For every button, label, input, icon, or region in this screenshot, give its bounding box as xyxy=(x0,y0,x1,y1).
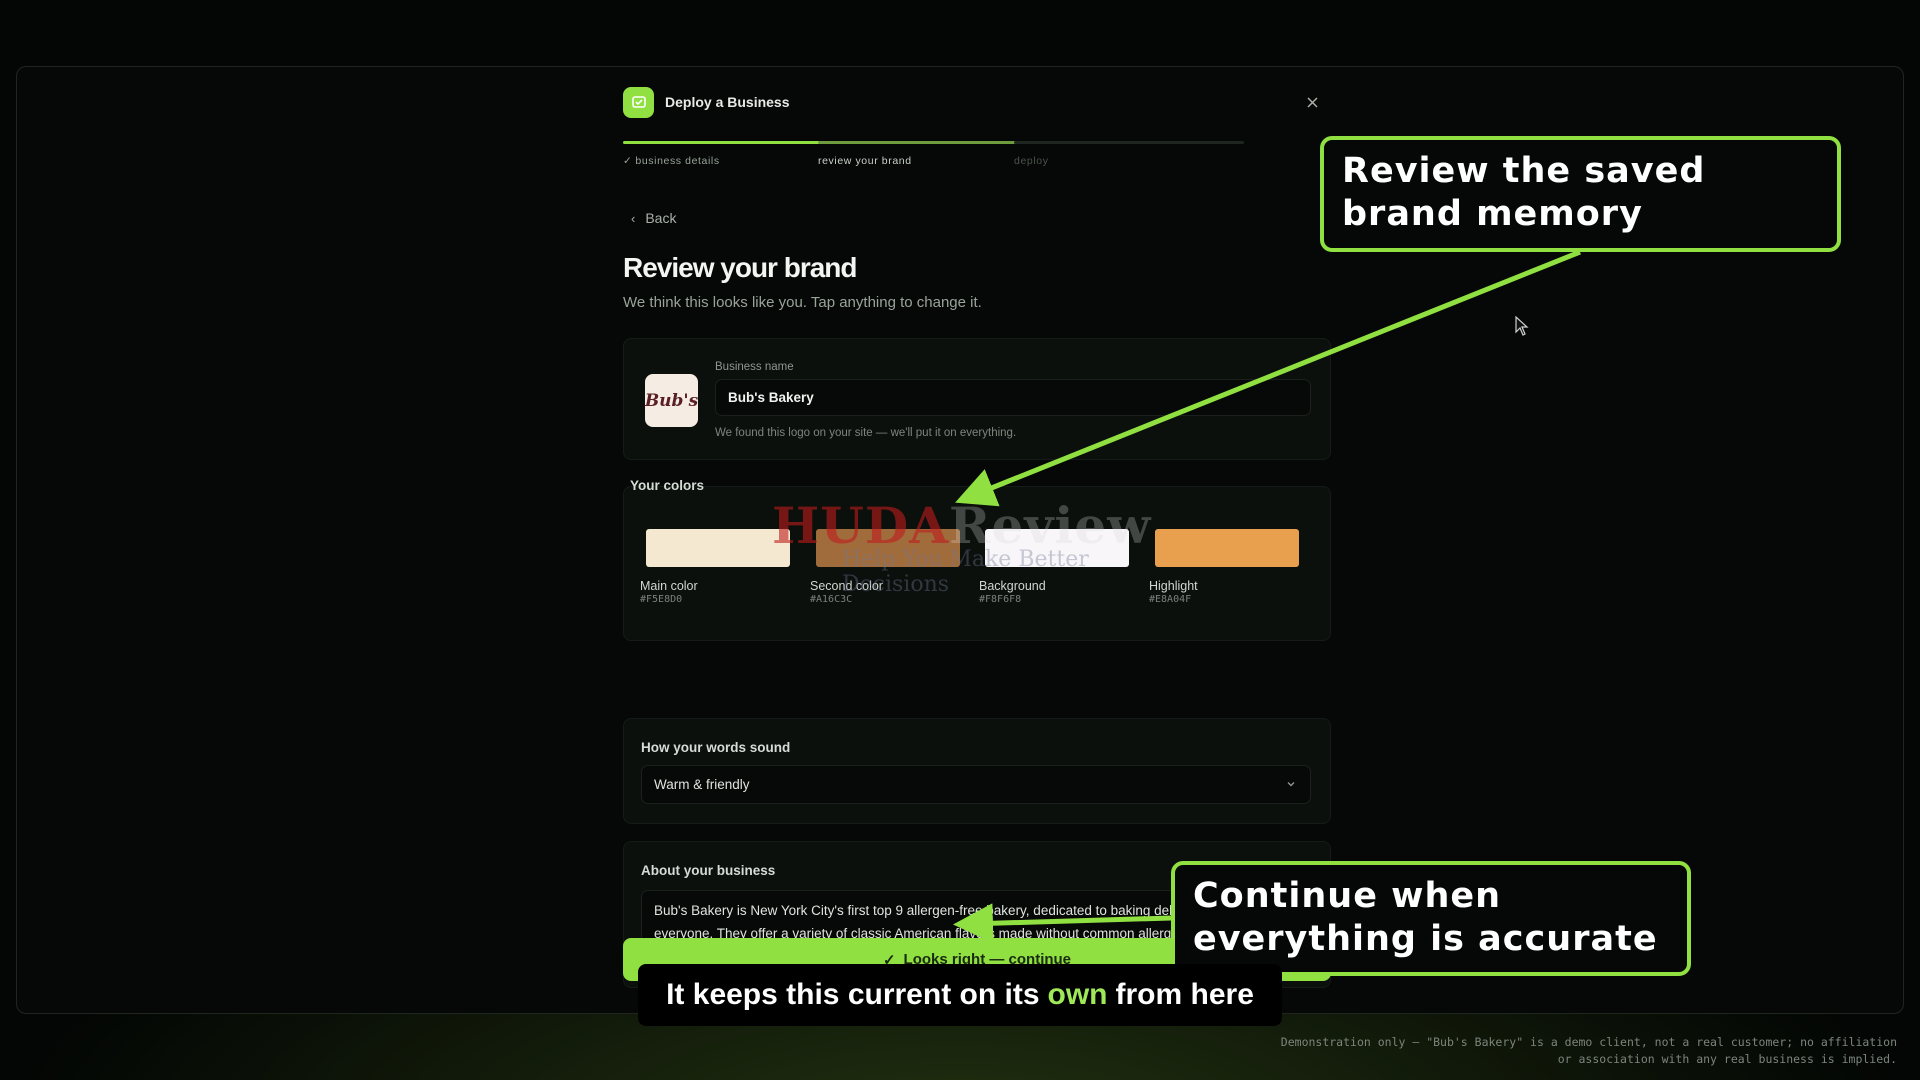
color-swatch[interactable] xyxy=(985,529,1129,567)
tone-card: How your words sound Warm & friendly xyxy=(623,718,1331,824)
step-deploy: deploy xyxy=(1014,141,1244,171)
swatch-label: Background xyxy=(979,579,1046,593)
wizard-title: Deploy a Business xyxy=(665,94,790,110)
swatch-hex: #E8A04F xyxy=(1149,594,1192,605)
back-label: Back xyxy=(645,210,677,226)
about-title: About your business xyxy=(641,863,776,878)
tone-value: Warm & friendly xyxy=(654,777,750,792)
color-swatch[interactable] xyxy=(646,529,790,567)
swatch-hex: #A16C3C xyxy=(810,594,853,605)
check-icon: ✓ xyxy=(623,155,633,167)
step-bar xyxy=(1014,141,1244,144)
business-logo[interactable]: Bub's xyxy=(645,374,698,427)
step-label: deploy xyxy=(1014,155,1049,167)
swatch-main-color[interactable]: Main color #F5E8D0 xyxy=(640,529,800,629)
chevron-left-icon: ‹ xyxy=(631,210,636,226)
colors-card: Main color #F5E8D0 Second color #A16C3C … xyxy=(623,486,1331,641)
back-button[interactable]: ‹ Back xyxy=(631,210,676,226)
progress-steps: ✓ business details review your brand depl… xyxy=(623,141,1331,171)
tone-title: How your words sound xyxy=(641,740,791,755)
swatch-label: Highlight xyxy=(1149,579,1198,593)
bolt-icon xyxy=(623,86,654,118)
page-title: Review your brand xyxy=(623,252,858,283)
swatch-second-color[interactable]: Second color #A16C3C xyxy=(810,529,970,629)
caption-text-end: from here xyxy=(1115,978,1254,1011)
callout-continue: Continue when everything is accurate xyxy=(1171,861,1691,976)
color-swatch[interactable] xyxy=(816,529,960,567)
swatch-hex: #F5E8D0 xyxy=(640,594,683,605)
logo-hint: We found this logo on your site — we'll … xyxy=(715,427,1017,439)
swatch-label: Main color xyxy=(640,579,698,593)
swatch-hex: #F8F6F8 xyxy=(979,594,1022,605)
swatch-highlight[interactable]: Highlight #E8A04F xyxy=(1149,529,1309,629)
business-name-input[interactable] xyxy=(715,379,1311,416)
mouse-cursor-icon xyxy=(1515,316,1529,336)
step-label-text: business details xyxy=(635,155,720,167)
business-name-label: Business name xyxy=(715,361,794,373)
tone-select[interactable]: Warm & friendly xyxy=(641,765,1311,804)
caption-highlight: own xyxy=(1047,978,1108,1011)
swatch-background[interactable]: Background #F8F6F8 xyxy=(979,529,1139,629)
page-subtitle: We think this looks like you. Tap anythi… xyxy=(623,294,982,311)
wizard-header: Deploy a Business xyxy=(623,86,1323,118)
chevron-down-icon xyxy=(1287,782,1295,787)
callout-review-memory: Review the saved brand memory xyxy=(1320,136,1841,252)
demo-disclaimer: Demonstration only — "Bub's Bakery" is a… xyxy=(1280,1035,1897,1066)
video-caption: It keeps this current on its own from he… xyxy=(638,964,1282,1026)
business-name-card: Bub's Business name We found this logo o… xyxy=(623,338,1331,460)
close-icon[interactable] xyxy=(1301,91,1323,113)
color-swatch[interactable] xyxy=(1155,529,1299,567)
colors-title: Your colors xyxy=(630,478,705,493)
logo-text: Bub's xyxy=(644,390,699,411)
swatch-label: Second color xyxy=(810,579,883,593)
caption-text: It keeps this current on its xyxy=(666,978,1040,1011)
